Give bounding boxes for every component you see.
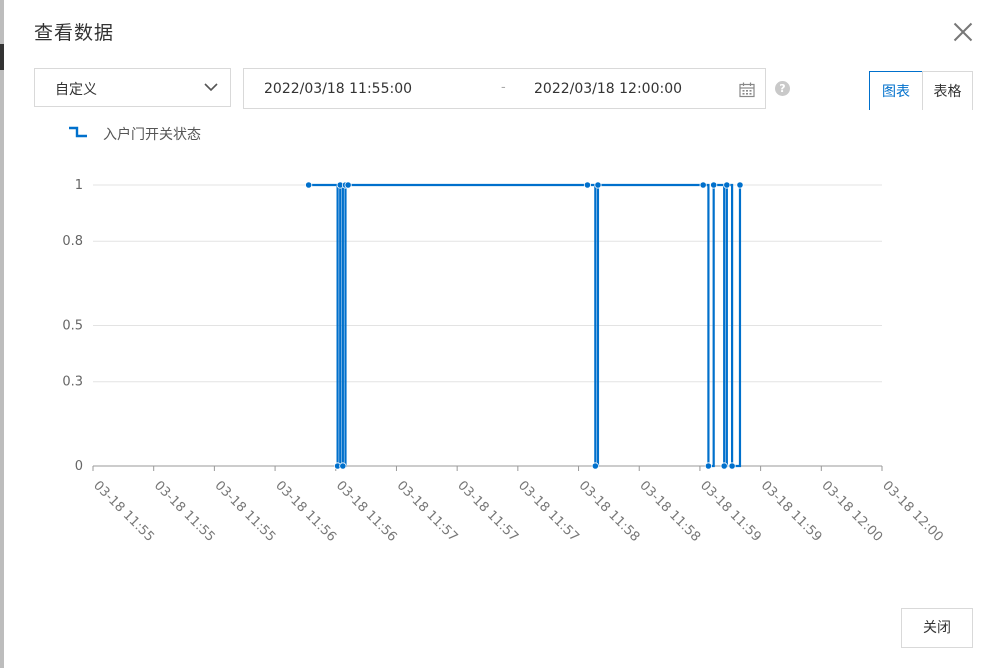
x-tick-label: 03-18 12:00: [818, 478, 885, 545]
x-tick-label: 03-18 12:00: [879, 478, 946, 545]
data-point: [710, 181, 718, 189]
view-data-dialog: 查看数据 自定义 2022/03/18 11:55:00 - 2022/03/1…: [4, 0, 996, 668]
data-point: [339, 462, 347, 470]
x-tick-label: 03-18 11:55: [151, 478, 218, 545]
x-tick-label: 03-18 11:58: [636, 478, 703, 545]
x-tick-label: 03-18 11:56: [272, 478, 339, 545]
x-tick-label: 03-18 11:59: [758, 478, 825, 545]
data-point: [736, 181, 744, 189]
data-point: [594, 181, 602, 189]
y-tick-label: 0: [75, 459, 83, 474]
x-tick-label: 03-18 11:57: [394, 478, 461, 545]
y-tick-label: 0.5: [62, 319, 83, 334]
y-tick-label: 1: [75, 178, 83, 193]
data-point: [591, 462, 599, 470]
x-tick-label: 03-18 11:55: [90, 478, 157, 545]
data-point: [704, 462, 713, 470]
y-tick-label: 0.8: [62, 234, 83, 249]
data-point: [344, 181, 352, 189]
x-tick-label: 03-18 11:57: [515, 478, 582, 545]
data-point: [723, 181, 731, 189]
x-tick-label: 03-18 11:59: [697, 478, 764, 545]
data-point: [583, 181, 592, 189]
x-tick-label: 03-18 11:56: [333, 478, 400, 545]
data-point: [305, 181, 313, 189]
x-tick-label: 03-18 11:55: [212, 478, 279, 545]
y-tick-label: 0.3: [62, 375, 83, 390]
x-tick-label: 03-18 11:58: [576, 478, 643, 545]
x-tick-label: 03-18 11:57: [454, 478, 521, 545]
step-line-chart: 00.30.50.8103-18 11:5503-18 11:5503-18 1…: [62, 178, 946, 545]
close-button[interactable]: 关闭: [901, 608, 973, 648]
data-point: [728, 462, 736, 470]
data-point: [699, 181, 707, 189]
data-point: [720, 462, 728, 470]
